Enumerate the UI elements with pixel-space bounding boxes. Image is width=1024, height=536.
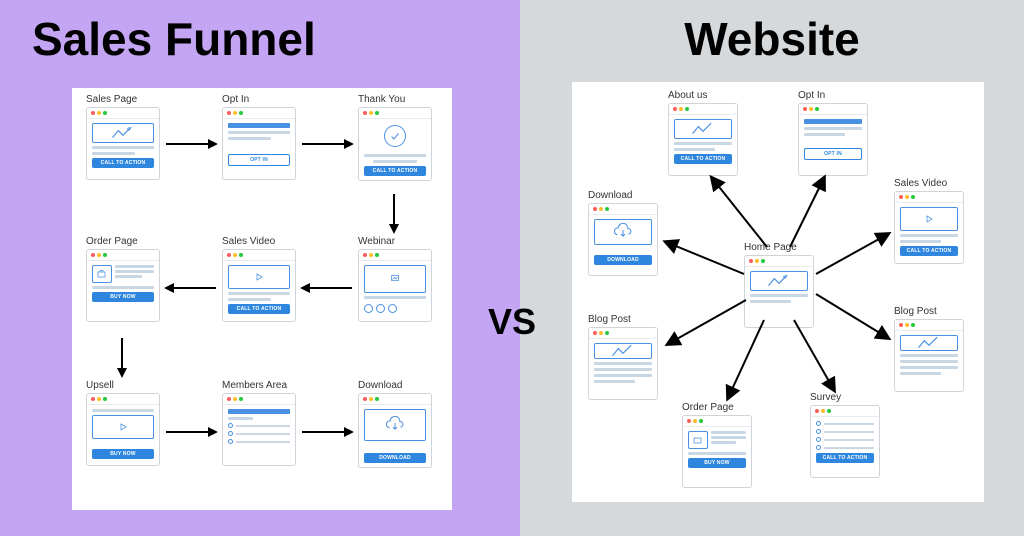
card-label: Download bbox=[358, 380, 432, 391]
arrow-icon bbox=[386, 192, 402, 234]
download-cloud-icon bbox=[364, 409, 426, 441]
left-panel: Sales Funnel Sales Page CALL TO ACTION O… bbox=[0, 0, 520, 536]
card-thank-you: Thank You CALL TO ACTION bbox=[358, 94, 432, 181]
card-about-us: About us CALL TO ACTION bbox=[668, 90, 738, 176]
versus-text: VS bbox=[488, 301, 536, 343]
cart-icon bbox=[92, 265, 112, 283]
card-download: Download DOWNLOAD bbox=[358, 380, 432, 468]
card-label: Download bbox=[588, 190, 658, 201]
card-label: Blog Post bbox=[588, 314, 658, 325]
card-blog-post-right: Blog Post bbox=[894, 306, 964, 392]
card-label: About us bbox=[668, 90, 738, 101]
card-sales-video: Sales Video CALL TO ACTION bbox=[222, 236, 296, 322]
card-opt-in-web: Opt In OPT IN bbox=[798, 90, 868, 176]
checkmark-icon bbox=[384, 125, 406, 147]
hero-image-icon bbox=[674, 119, 732, 139]
play-icon bbox=[228, 265, 290, 289]
optin-button: OPT IN bbox=[804, 148, 862, 160]
arrow-icon bbox=[114, 336, 130, 378]
card-webinar: Webinar bbox=[358, 236, 432, 322]
left-title: Sales Funnel bbox=[32, 12, 520, 66]
card-members-area: Members Area bbox=[222, 380, 296, 466]
card-label: Upsell bbox=[86, 380, 160, 391]
avatars-icon bbox=[364, 304, 426, 313]
card-label: Sales Page bbox=[86, 94, 160, 105]
right-panel: Website Home Page About us CALL TO ACTIO… bbox=[520, 0, 1024, 536]
cta-button: CALL TO ACTION bbox=[900, 246, 958, 256]
arrow-icon bbox=[164, 136, 218, 152]
hero-image-icon bbox=[92, 123, 154, 143]
cta-button: CALL TO ACTION bbox=[674, 154, 732, 164]
funnel-diagram: Sales Page CALL TO ACTION Opt In OPT bbox=[72, 88, 452, 510]
card-label: Members Area bbox=[222, 380, 296, 391]
card-sales-page: Sales Page CALL TO ACTION bbox=[86, 94, 160, 180]
card-label: Order Page bbox=[682, 402, 752, 413]
play-icon bbox=[92, 415, 154, 439]
card-order-page: Order Page BUY NOW bbox=[86, 236, 160, 322]
cta-button: CALL TO ACTION bbox=[228, 304, 290, 314]
card-label: Order Page bbox=[86, 236, 160, 247]
cta-button: CALL TO ACTION bbox=[92, 158, 154, 168]
card-order-page-web: Order Page BUY NOW bbox=[682, 402, 752, 488]
buy-button: BUY NOW bbox=[688, 458, 746, 468]
hero-image-icon bbox=[594, 343, 652, 359]
cta-button: CALL TO ACTION bbox=[364, 166, 426, 176]
card-home-page: Home Page bbox=[744, 242, 814, 328]
website-diagram: Home Page About us CALL TO ACTION Opt In… bbox=[572, 82, 984, 502]
card-label: Sales Video bbox=[894, 178, 964, 189]
right-title: Website bbox=[520, 12, 1024, 66]
arrow-icon bbox=[300, 280, 354, 296]
card-label: Survey bbox=[810, 392, 880, 403]
card-label: Blog Post bbox=[894, 306, 964, 317]
cart-icon bbox=[688, 431, 708, 449]
card-label: Home Page bbox=[744, 242, 814, 253]
arrow-icon bbox=[164, 424, 218, 440]
download-button: DOWNLOAD bbox=[594, 255, 652, 265]
optin-button: OPT IN bbox=[228, 154, 290, 166]
presentation-icon bbox=[364, 265, 426, 293]
card-download-web: Download DOWNLOAD bbox=[588, 190, 658, 276]
card-blog-post-left: Blog Post bbox=[588, 314, 658, 400]
card-survey: Survey CALL TO ACTION bbox=[810, 392, 880, 478]
card-opt-in: Opt In OPT IN bbox=[222, 94, 296, 180]
buy-button: BUY NOW bbox=[92, 292, 154, 302]
card-label: Sales Video bbox=[222, 236, 296, 247]
card-sales-video-web: Sales Video CALL TO ACTION bbox=[894, 178, 964, 264]
download-cloud-icon bbox=[594, 219, 652, 245]
play-icon bbox=[900, 207, 958, 231]
buy-button: BUY NOW bbox=[92, 449, 154, 459]
card-label: Webinar bbox=[358, 236, 432, 247]
arrow-icon bbox=[300, 136, 354, 152]
arrow-icon bbox=[164, 280, 218, 296]
hero-image-icon bbox=[750, 271, 808, 291]
cta-button: CALL TO ACTION bbox=[816, 453, 874, 463]
card-upsell: Upsell BUY NOW bbox=[86, 380, 160, 466]
arrow-icon bbox=[300, 424, 354, 440]
download-button: DOWNLOAD bbox=[364, 453, 426, 463]
card-label: Opt In bbox=[222, 94, 296, 105]
card-label: Opt In bbox=[798, 90, 868, 101]
card-label: Thank You bbox=[358, 94, 432, 105]
hero-image-icon bbox=[900, 335, 958, 351]
